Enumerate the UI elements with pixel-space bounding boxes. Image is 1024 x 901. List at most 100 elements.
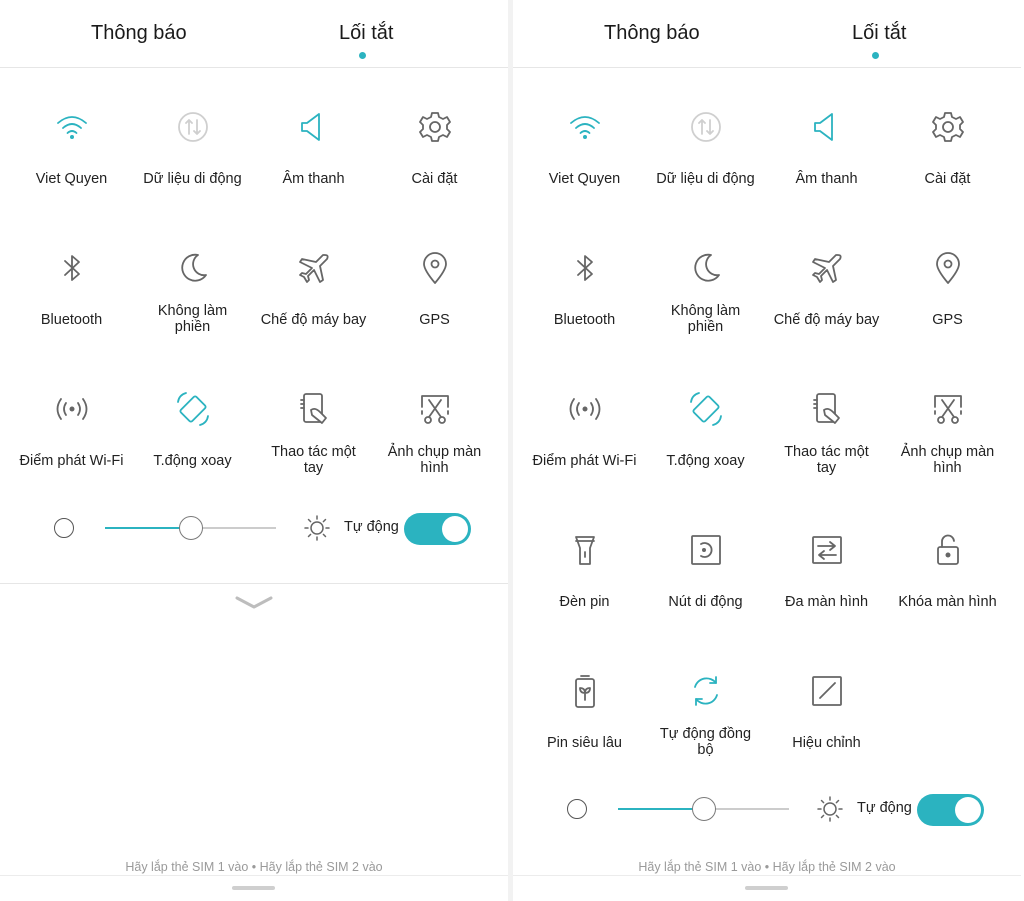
brightness-row: Tự động (513, 780, 1021, 840)
sync-icon (687, 672, 725, 710)
mobile-data-icon (174, 108, 212, 146)
tile-floating-button[interactable]: Nút di động (645, 519, 766, 629)
chevron-down-icon[interactable] (234, 594, 274, 612)
brightness-slider-fill (618, 808, 704, 810)
auto-brightness-toggle[interactable] (404, 513, 471, 545)
battery-saver-icon (566, 672, 604, 710)
brightness-low-icon (567, 799, 587, 819)
tile-label: Đèn pin (559, 594, 610, 610)
tile-label: Cài đặt (411, 171, 458, 187)
floating-button-icon (687, 531, 725, 569)
bluetooth-icon (53, 249, 91, 287)
tile-label: Pin siêu lâu (547, 735, 622, 751)
tile-label: Âm thanh (795, 171, 858, 187)
tile-airplane[interactable]: Chế độ máy bay (766, 237, 887, 347)
auto-rotate-icon (687, 390, 725, 428)
tile-label: Bluetooth (553, 312, 616, 328)
quick-settings-panel-collapsed: Thông báo Lối tắt Viet Quyen Dữ liệu di đ… (0, 0, 508, 901)
tile-screenshot[interactable]: Ảnh chụp màn hình (374, 378, 495, 488)
flashlight-icon (566, 531, 604, 569)
tile-wifi[interactable]: Viet Quyen (524, 96, 645, 206)
tile-wifi[interactable]: Viet Quyen (11, 96, 132, 206)
tile-auto-rotate[interactable]: T.động xoay (132, 378, 253, 488)
tile-bluetooth[interactable]: Bluetooth (524, 237, 645, 347)
tile-label: Đa màn hình (784, 594, 869, 610)
tile-gear[interactable]: Cài đặt (887, 96, 1008, 206)
tile-flashlight[interactable]: Đèn pin (524, 519, 645, 629)
tile-label: Thao tác một tay (271, 444, 356, 476)
wifi-icon (566, 108, 604, 146)
tile-label: Điểm phát Wi-Fi (532, 453, 637, 469)
tile-gear[interactable]: Cài đặt (374, 96, 495, 206)
speaker-icon (295, 108, 333, 146)
tile-auto-rotate[interactable]: T.động xoay (645, 378, 766, 488)
sim-status-text: Hãy lắp thẻ SIM 1 vào • Hãy lắp thẻ SIM … (638, 860, 896, 874)
tile-mobile-data[interactable]: Dữ liệu di động (132, 96, 253, 206)
sim-status-text: Hãy lắp thẻ SIM 1 vào • Hãy lắp thẻ SIM … (125, 860, 383, 874)
auto-brightness-toggle[interactable] (917, 794, 984, 826)
moon-icon (174, 249, 212, 287)
mobile-data-icon (687, 108, 725, 146)
screenshot-icon (929, 390, 967, 428)
airplane-icon (295, 249, 333, 287)
one-hand-icon (808, 390, 846, 428)
tile-bluetooth[interactable]: Bluetooth (11, 237, 132, 347)
sun-icon (817, 796, 843, 822)
tile-mobile-data[interactable]: Dữ liệu di động (645, 96, 766, 206)
gear-icon (416, 108, 454, 146)
location-pin-icon (416, 249, 454, 287)
tile-airplane[interactable]: Chế độ máy bay (253, 237, 374, 347)
tile-edit[interactable]: Hiệu chỉnh (766, 660, 887, 770)
tile-label: T.động xoay (153, 453, 232, 469)
tab-notifications[interactable]: Thông báo (604, 22, 700, 45)
tile-label: Điểm phát Wi-Fi (19, 453, 124, 469)
tile-battery-saver[interactable]: Pin siêu lâu (524, 660, 645, 770)
active-tab-indicator (872, 52, 879, 59)
tile-moon[interactable]: Không làm phiền (132, 237, 253, 347)
multi-screen-icon (808, 531, 846, 569)
location-pin-icon (929, 249, 967, 287)
tile-moon[interactable]: Không làm phiền (645, 237, 766, 347)
tile-hotspot[interactable]: Điểm phát Wi-Fi (524, 378, 645, 488)
tile-lock[interactable]: Khóa màn hình (887, 519, 1008, 629)
tile-speaker[interactable]: Âm thanh (766, 96, 887, 206)
drag-handle[interactable] (232, 886, 275, 890)
tile-label: Tự động đồng bộ (659, 726, 752, 758)
brightness-slider-thumb[interactable] (178, 516, 203, 540)
tab-shortcuts[interactable]: Lối tắt (339, 22, 393, 45)
tile-hotspot[interactable]: Điểm phát Wi-Fi (11, 378, 132, 488)
edit-icon (808, 672, 846, 710)
tile-label: Dữ liệu di động (656, 171, 755, 187)
bluetooth-icon (566, 249, 604, 287)
brightness-slider-thumb[interactable] (691, 797, 716, 821)
brightness-slider[interactable] (105, 516, 276, 540)
tile-label: Không làm phiền (157, 303, 228, 335)
drag-handle[interactable] (745, 886, 788, 890)
auto-brightness-label: Tự động (857, 800, 912, 816)
tile-multi-screen[interactable]: Đa màn hình (766, 519, 887, 629)
tile-speaker[interactable]: Âm thanh (253, 96, 374, 206)
tile-location-pin[interactable]: GPS (374, 237, 495, 347)
tile-label: Chế độ máy bay (260, 312, 367, 328)
tile-label: Không làm phiền (670, 303, 741, 335)
tile-label: Bluetooth (40, 312, 103, 328)
tile-label: Âm thanh (282, 171, 345, 187)
screenshot-icon (416, 390, 454, 428)
tab-shortcuts[interactable]: Lối tắt (852, 22, 906, 45)
tile-one-hand[interactable]: Thao tác một tay (253, 378, 374, 488)
tile-one-hand[interactable]: Thao tác một tay (766, 378, 887, 488)
tile-sync[interactable]: Tự động đồng bộ (645, 660, 766, 770)
brightness-row: Tự động (0, 499, 508, 559)
tab-notifications[interactable]: Thông báo (91, 22, 187, 45)
tab-bar: Thông báo Lối tắt (0, 0, 508, 68)
tile-screenshot[interactable]: Ảnh chụp màn hình (887, 378, 1008, 488)
brightness-slider[interactable] (618, 797, 789, 821)
separator (0, 583, 508, 584)
one-hand-icon (295, 390, 333, 428)
tile-location-pin[interactable]: GPS (887, 237, 1008, 347)
hotspot-icon (566, 390, 604, 428)
hotspot-icon (53, 390, 91, 428)
gear-icon (929, 108, 967, 146)
tile-label: Chế độ máy bay (773, 312, 880, 328)
tile-label: T.động xoay (666, 453, 745, 469)
